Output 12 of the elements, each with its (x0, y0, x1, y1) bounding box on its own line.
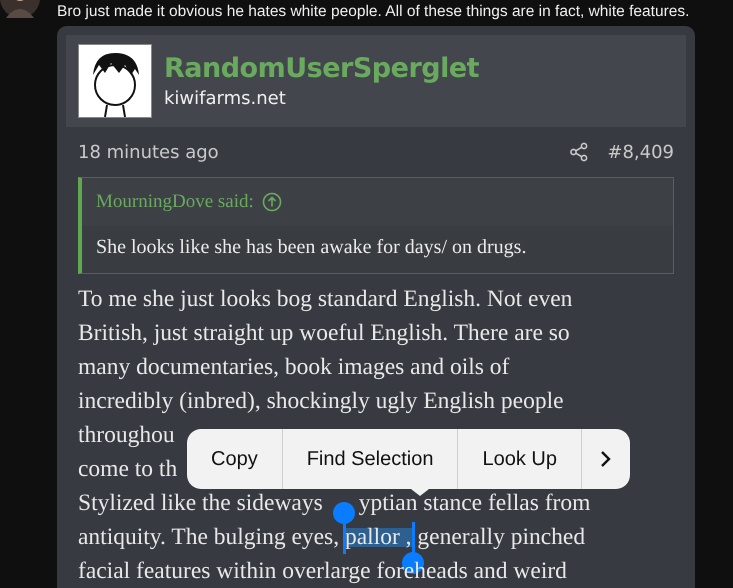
post-time: 18 minutes ago (78, 142, 220, 162)
menu-item[interactable]: Look Up (458, 429, 582, 489)
post-number[interactable]: #8,409 (607, 142, 674, 162)
body-text: come to th (78, 460, 178, 478)
comment-text: Bro just made it obvious he hates white people. All of these things are in fact, white features. (57, 3, 690, 22)
menu-item[interactable]: Copy (187, 429, 283, 489)
site-name: kiwifarms.net (164, 88, 287, 109)
quote-text: She looks like she has been awake for days/ on drugs. (82, 226, 673, 273)
chevron-right-icon (600, 449, 612, 469)
menu-item[interactable]: Find Selection (282, 429, 458, 489)
quote-author[interactable]: MourningDove said: (96, 191, 254, 213)
share-icon[interactable] (569, 142, 590, 162)
